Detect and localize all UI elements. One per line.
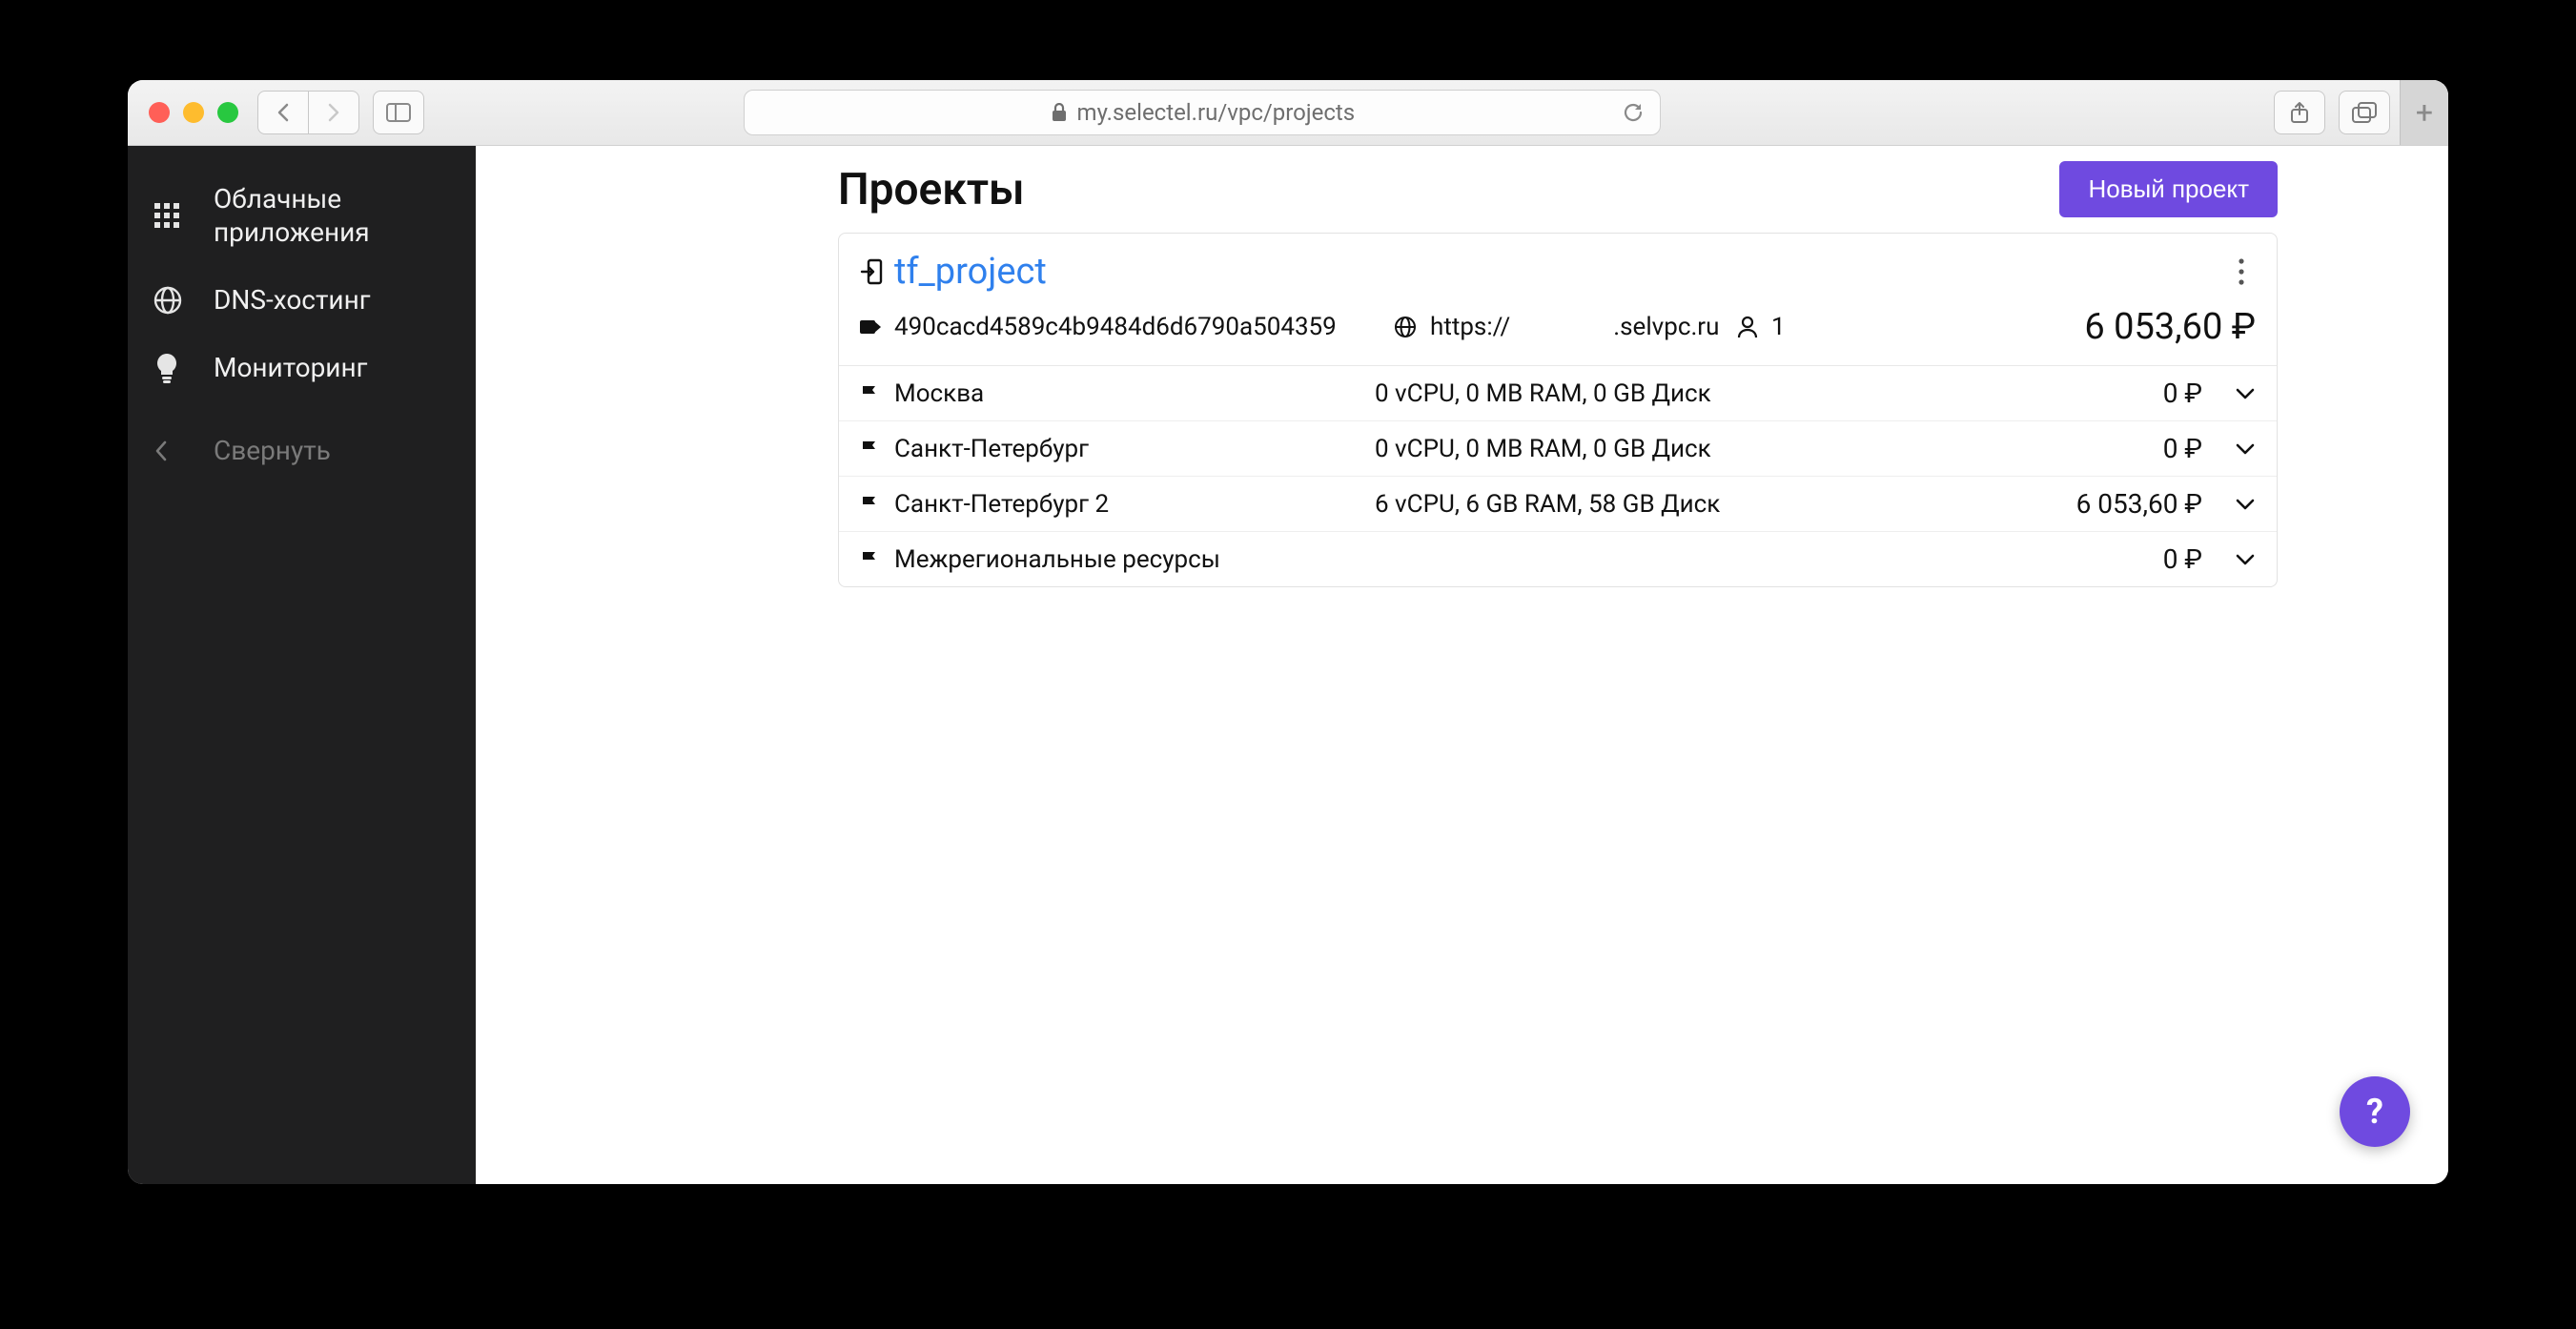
- chevron-down-icon[interactable]: [2235, 387, 2256, 400]
- project-url-prefix: https://: [1430, 313, 1510, 341]
- help-button[interactable]: ?: [2340, 1076, 2410, 1147]
- region-price: 0 ₽: [2163, 378, 2202, 409]
- help-label: ?: [2366, 1092, 2383, 1132]
- lock-icon: [1051, 103, 1068, 122]
- globe-icon: [1394, 316, 1417, 338]
- forward-button[interactable]: [309, 91, 359, 134]
- sidebar-collapse[interactable]: Свернуть: [128, 417, 476, 484]
- minimize-window-button[interactable]: [183, 102, 204, 123]
- flag-icon: [860, 383, 879, 404]
- region-row[interactable]: Санкт-Петербург 0 vCPU, 0 MB RAM, 0 GB Д…: [839, 420, 2277, 476]
- region-row[interactable]: Межрегиональные ресурсы 0 ₽: [839, 531, 2277, 586]
- region-specs: 6 vCPU, 6 GB RAM, 58 GB Диск: [1375, 490, 1928, 519]
- sidebar-item-dns-hosting[interactable]: DNS-хостинг: [128, 266, 476, 334]
- close-window-button[interactable]: [149, 102, 170, 123]
- sidebar: Облачные приложения DNS-хостинг Монитори…: [128, 146, 476, 1184]
- region-row[interactable]: Москва 0 vCPU, 0 MB RAM, 0 GB Диск 0 ₽: [839, 366, 2277, 420]
- enter-icon: [860, 258, 883, 285]
- project-url-suffix: .selvpc.ru: [1613, 313, 1719, 341]
- tag-icon: [860, 318, 881, 336]
- tabs-button[interactable]: [2339, 91, 2390, 134]
- region-name: Санкт-Петербург: [894, 435, 1089, 463]
- url-text: my.selectel.ru/vpc/projects: [1077, 99, 1356, 126]
- project-users-count: 1: [1771, 313, 1786, 341]
- region-price: 0 ₽: [2163, 543, 2202, 575]
- share-button[interactable]: [2274, 91, 2325, 134]
- region-name: Москва: [894, 379, 984, 408]
- chevron-down-icon[interactable]: [2235, 553, 2256, 566]
- sidebar-item-monitoring[interactable]: Мониторинг: [128, 334, 476, 401]
- region-specs: 0 vCPU, 0 MB RAM, 0 GB Диск: [1375, 435, 1928, 463]
- flag-icon: [860, 439, 879, 460]
- project-more-button[interactable]: [2227, 254, 2256, 290]
- address-bar[interactable]: my.selectel.ru/vpc/projects: [744, 90, 1661, 135]
- chevron-left-icon: [153, 440, 189, 462]
- new-tab-button[interactable]: +: [2400, 80, 2448, 145]
- project-price: 6 053,60 ₽: [2084, 306, 2256, 348]
- sidebar-item-label: Облачные приложения: [214, 182, 370, 249]
- sidebar-collapse-label: Свернуть: [214, 434, 331, 467]
- sidebar-item-label: DNS-хостинг: [214, 283, 371, 317]
- project-id-value: 490cacd4589c4b9484d6d6790a504359: [894, 313, 1337, 341]
- region-price: 0 ₽: [2163, 433, 2202, 464]
- region-name: Межрегиональные ресурсы: [894, 545, 1220, 574]
- sidebar-toggle-button[interactable]: [373, 91, 424, 134]
- region-name: Санкт-Петербург 2: [894, 490, 1109, 519]
- apps-icon: [153, 201, 189, 230]
- reload-icon[interactable]: [1622, 101, 1645, 124]
- project-title-link[interactable]: tf_project: [860, 251, 1047, 293]
- globe-icon: [153, 285, 189, 316]
- region-price: 6 053,60 ₽: [2076, 488, 2202, 520]
- new-project-button[interactable]: Новый проект: [2059, 161, 2278, 217]
- region-row[interactable]: Санкт-Петербург 2 6 vCPU, 6 GB RAM, 58 G…: [839, 476, 2277, 531]
- browser-chrome: my.selectel.ru/vpc/projects +: [128, 80, 2448, 146]
- region-list: Москва 0 vCPU, 0 MB RAM, 0 GB Диск 0 ₽ С…: [839, 366, 2277, 586]
- flag-icon: [860, 549, 879, 570]
- chevron-down-icon[interactable]: [2235, 442, 2256, 456]
- browser-window: my.selectel.ru/vpc/projects + Облачные п…: [128, 80, 2448, 1184]
- fullscreen-window-button[interactable]: [217, 102, 238, 123]
- main-content: Проекты Новый проект tf_project: [476, 146, 2448, 1184]
- page-title: Проекты: [838, 164, 1025, 215]
- project-users: 1: [1737, 313, 1890, 341]
- sidebar-item-cloud-apps[interactable]: Облачные приложения: [128, 165, 476, 266]
- window-controls: [149, 102, 238, 123]
- project-card: tf_project 490cacd4589c4b948: [838, 233, 2278, 587]
- project-url: https:// .selvpc.ru: [1394, 313, 1737, 341]
- flag-icon: [860, 494, 879, 515]
- sidebar-item-label: Мониторинг: [214, 351, 367, 384]
- user-icon: [1737, 316, 1758, 338]
- chevron-down-icon[interactable]: [2235, 498, 2256, 511]
- project-id: 490cacd4589c4b9484d6d6790a504359: [860, 313, 1394, 341]
- region-specs: 0 vCPU, 0 MB RAM, 0 GB Диск: [1375, 379, 1928, 408]
- project-name: tf_project: [894, 251, 1047, 293]
- lightbulb-icon: [153, 352, 189, 384]
- back-button[interactable]: [257, 91, 309, 134]
